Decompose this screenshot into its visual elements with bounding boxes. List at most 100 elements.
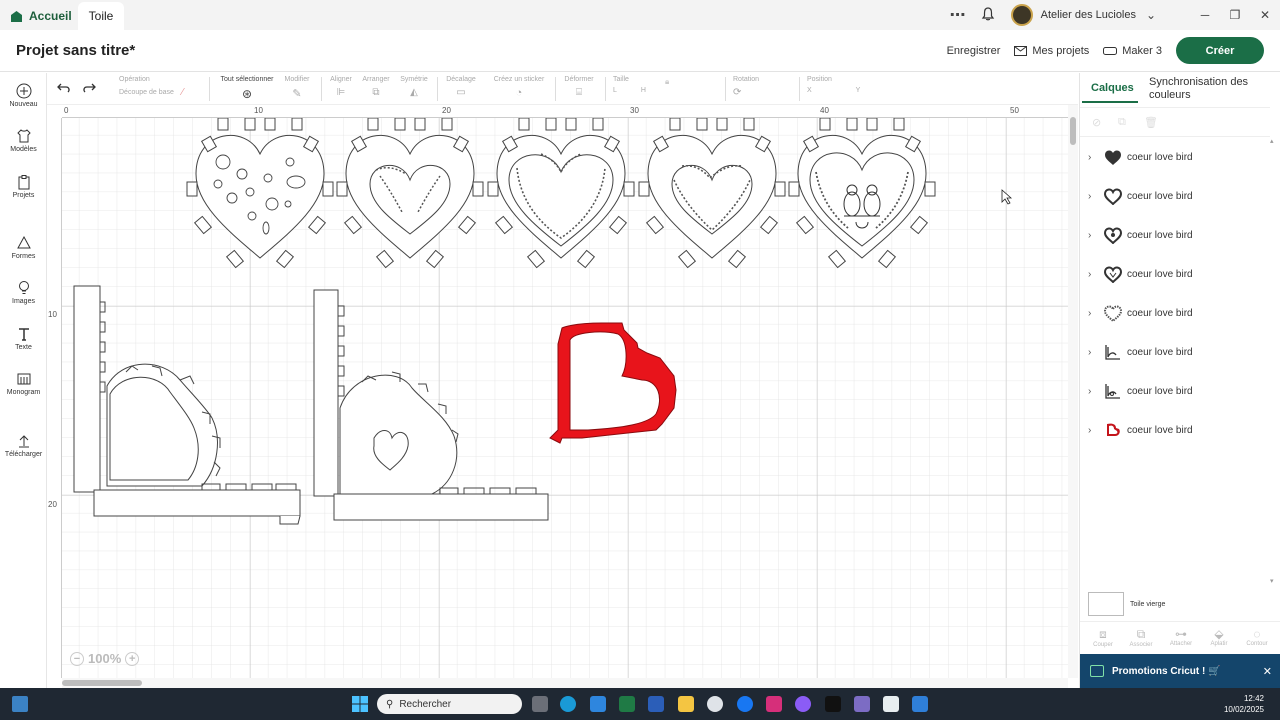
maximize-icon[interactable]: ❐ [1220,8,1250,22]
app-icon[interactable] [912,696,928,712]
sidebar-item-templates[interactable]: Modèles [0,128,47,153]
size-width-field[interactable]: L [613,87,617,94]
taskbar-search[interactable]: ⚲ Rechercher [377,694,522,714]
layer-row[interactable]: › coeur love bird [1088,224,1268,246]
store-icon[interactable] [590,696,606,712]
notification-bell-icon[interactable] [973,6,1003,24]
windows-start-icon[interactable] [352,696,368,712]
arrange-group[interactable]: Arranger ⧉ [359,76,393,98]
horizontal-scrollbar[interactable] [62,678,1068,688]
tiktok-icon[interactable] [825,696,841,712]
offset-group[interactable]: Décalage ▭ [443,76,479,98]
tab-home[interactable]: Accueil [10,5,72,27]
create-button[interactable]: Créer [1176,37,1264,64]
slice-button[interactable]: ⧈ Couper [1086,627,1120,648]
position-x-field[interactable]: X [807,87,812,94]
chevron-right-icon[interactable]: › [1088,308,1104,319]
widgets-icon[interactable] [12,696,28,712]
facebook-icon[interactable] [737,696,753,712]
taskbar-clock[interactable]: 12:42 10/02/2025 [1224,693,1264,715]
combine-button[interactable]: ⧉ Associer [1124,627,1158,648]
tab-canvas[interactable]: Toile [78,2,124,30]
chevron-right-icon[interactable]: › [1088,425,1104,436]
sidebar-item-monogram[interactable]: Monogram [0,371,47,396]
chevron-right-icon[interactable]: › [1088,230,1104,241]
operation-select[interactable]: Découpe de base [119,89,174,96]
chevron-down-icon[interactable]: ⌄ [1136,8,1166,22]
blank-canvas-label: Toile vierge [1130,600,1166,608]
sticker-group[interactable]: Créez un sticker ◔ [489,76,549,99]
zoom-level[interactable]: 100% [88,651,121,666]
messenger-icon[interactable] [795,696,811,712]
scroll-thumb[interactable] [1070,117,1076,145]
sidebar-item-upload[interactable]: Télécharger [0,433,47,458]
task-view-icon[interactable] [532,696,548,712]
layer-row[interactable]: › coeur love bird [1088,341,1268,363]
sidebar-item-projects[interactable]: Projets [0,174,47,199]
more-menu-icon[interactable]: ⋯ [943,5,973,25]
offset-label: Décalage [446,76,476,83]
edge-icon[interactable] [560,696,576,712]
contour-button[interactable]: ◌ Contour [1240,627,1274,647]
edit-group[interactable]: Modifier ✎ [279,76,315,100]
hide-layer-icon[interactable]: ⊘ [1092,116,1101,129]
zoom-out-button[interactable]: − [70,651,84,666]
design-canvas[interactable] [62,118,1068,678]
layer-thumbnail-icon [1105,345,1120,360]
redo-icon[interactable] [82,82,96,94]
tab-color-sync[interactable]: Synchronisation des couleurs [1149,76,1269,102]
scroll-thumb[interactable] [62,680,142,686]
blank-canvas-layer[interactable]: Toile vierge [1088,592,1165,616]
minimize-icon[interactable]: ─ [1190,8,1220,22]
file-explorer-icon[interactable] [678,696,694,712]
align-group[interactable]: Aligner ⊫ [327,76,355,98]
sidebar-item-shapes[interactable]: Formes [0,235,47,260]
chatgpt-icon[interactable] [707,696,723,712]
position-y-field[interactable]: Y [856,87,861,94]
zoom-in-button[interactable]: + [125,651,140,666]
chevron-right-icon[interactable]: › [1088,191,1104,202]
my-projects-button[interactable]: Mes projets [1014,45,1089,57]
select-all-group[interactable]: Tout sélectionner ⊛ [219,76,275,101]
instagram-icon[interactable] [766,696,782,712]
sidebar-item-images[interactable]: Images [0,280,47,305]
chevron-right-icon[interactable]: › [1088,386,1104,397]
close-icon[interactable]: ✕ [1250,8,1280,22]
layers-scrollbar[interactable]: ▴ ▾ [1270,137,1279,587]
account-name[interactable]: Atelier des Lucioles [1041,9,1136,21]
vertical-scrollbar[interactable] [1068,105,1078,678]
layer-row[interactable]: › coeur love bird [1088,263,1268,285]
app-icon[interactable] [854,696,870,712]
excel-icon[interactable] [619,696,635,712]
layer-row[interactable]: › coeur love bird [1088,185,1268,207]
undo-icon[interactable] [57,82,71,94]
chevron-right-icon[interactable]: › [1088,347,1104,358]
attach-button[interactable]: ⊶ Attacher [1164,627,1198,647]
tab-layers[interactable]: Calques [1091,82,1134,94]
size-height-field[interactable]: H [641,87,646,94]
pen-icon[interactable]: ⁄ [182,87,184,98]
word-icon[interactable] [648,696,664,712]
layer-row[interactable]: › coeur love bird [1088,419,1268,441]
flatten-button[interactable]: ⬙ Aplatir [1202,627,1236,647]
layer-row[interactable]: › coeur love bird [1088,380,1268,402]
symmetry-group[interactable]: Symétrie ◭ [397,76,431,98]
layer-row[interactable]: › coeur love bird [1088,146,1268,168]
delete-layer-icon[interactable]: 🗑︎ [1144,116,1158,129]
lock-icon[interactable]: 🔒︎ [665,77,669,87]
promo-banner[interactable]: Promotions Cricut ! 🛒 ✕ [1080,654,1280,688]
sidebar-item-new[interactable]: Nouveau [0,83,47,108]
cricut-design-space-icon[interactable] [883,696,899,712]
chevron-right-icon[interactable]: › [1088,152,1104,163]
rotate-icon[interactable]: ⟳ [733,87,741,98]
project-title[interactable]: Projet sans titre* [16,42,135,59]
save-button[interactable]: Enregistrer [947,45,1001,57]
close-icon[interactable]: ✕ [1263,665,1272,678]
avatar[interactable] [1010,4,1033,26]
sidebar-item-text[interactable]: Texte [0,326,47,351]
layer-row[interactable]: › coeur love bird [1088,302,1268,324]
machine-button[interactable]: Maker 3 [1103,45,1162,57]
warp-group[interactable]: Déformer ⌸ [561,76,597,98]
duplicate-layer-icon[interactable]: ⧉ [1118,116,1126,129]
chevron-right-icon[interactable]: › [1088,269,1104,280]
